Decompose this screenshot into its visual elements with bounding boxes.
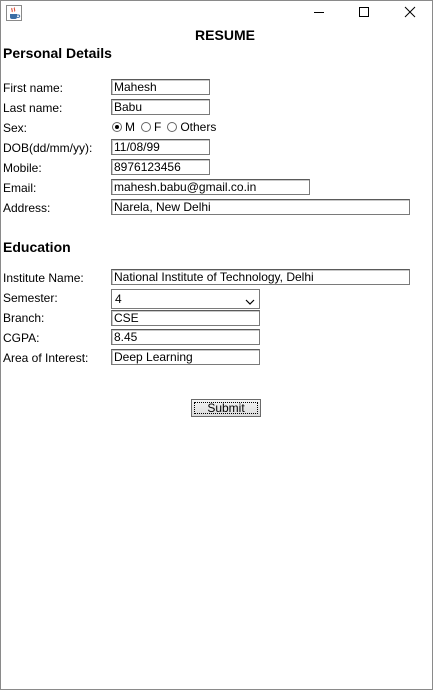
email-label: Email:	[3, 181, 37, 195]
education-heading: Education	[3, 239, 71, 255]
branch-label: Branch:	[3, 311, 45, 325]
last-name-label: Last name:	[3, 101, 63, 115]
title-bar[interactable]	[1, 1, 432, 25]
maximize-button[interactable]	[341, 1, 387, 25]
close-button[interactable]	[387, 1, 433, 25]
sex-option-m-label: M	[125, 120, 135, 134]
maximize-icon	[358, 6, 370, 21]
mobile-label: Mobile:	[3, 161, 42, 175]
java-coffee-cup-icon	[6, 5, 22, 21]
sex-radio-group: M F Others	[112, 120, 222, 134]
address-field[interactable]: Narela, New Delhi	[111, 199, 410, 215]
interest-field[interactable]: Deep Learning	[111, 349, 260, 365]
last-name-field[interactable]: Babu	[111, 99, 210, 115]
semester-select[interactable]: 4	[111, 289, 260, 309]
sex-radio-f[interactable]: F	[141, 120, 161, 134]
interest-label: Area of Interest:	[3, 351, 89, 365]
email-field[interactable]: mahesh.babu@gmail.co.in	[111, 179, 310, 195]
sex-radio-others[interactable]: Others	[167, 120, 216, 134]
personal-details-heading: Personal Details	[3, 45, 112, 61]
sex-label: Sex:	[3, 121, 28, 135]
dob-field[interactable]: 11/08/99	[111, 139, 210, 155]
minimize-icon	[313, 6, 325, 21]
semester-value: 4	[115, 292, 122, 306]
app-window: RESUME Personal Details First name: Mahe…	[0, 0, 433, 690]
first-name-field[interactable]: Mahesh	[111, 79, 210, 95]
sex-radio-m[interactable]: M	[112, 120, 135, 134]
submit-button[interactable]: Submit	[191, 399, 261, 417]
radio-selected-icon	[112, 122, 122, 132]
address-label: Address:	[3, 201, 51, 215]
close-icon	[404, 6, 416, 21]
semester-label: Semester:	[3, 291, 58, 305]
first-name-label: First name:	[3, 81, 64, 95]
form-title: RESUME	[195, 27, 255, 43]
dob-label: DOB(dd/mm/yy):	[3, 141, 93, 155]
cgpa-field[interactable]: 8.45	[111, 329, 260, 345]
sex-option-others-label: Others	[180, 120, 217, 134]
mobile-field[interactable]: 8976123456	[111, 159, 210, 175]
cgpa-label: CGPA:	[3, 331, 40, 345]
chevron-down-icon	[245, 294, 255, 305]
institute-field[interactable]: National Institute of Technology, Delhi	[111, 269, 410, 285]
branch-field[interactable]: CSE	[111, 310, 260, 326]
institute-label: Institute Name:	[3, 271, 84, 285]
radio-unselected-icon	[167, 122, 178, 132]
sex-option-f-label: F	[154, 120, 162, 134]
minimize-button[interactable]	[296, 1, 342, 25]
radio-unselected-icon	[141, 122, 151, 132]
